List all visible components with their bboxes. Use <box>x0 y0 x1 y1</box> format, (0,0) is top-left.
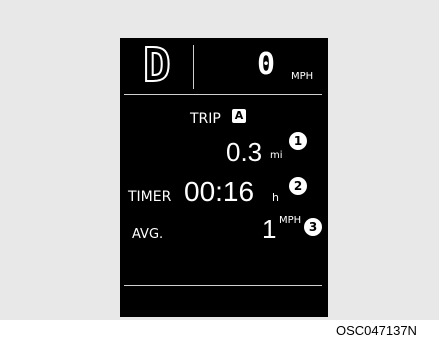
trip-label: TRIP <box>190 111 221 127</box>
display-divider-bottom <box>124 285 322 286</box>
avg-speed-unit: MPH <box>279 215 302 226</box>
callout-marker-3: 3 <box>304 218 322 236</box>
speed-unit: MPH <box>291 71 314 82</box>
timer-unit: h <box>272 191 279 204</box>
trip-a-badge: A <box>232 109 246 123</box>
timer-value: 00:16 <box>184 176 255 207</box>
trip-distance-unit: mi <box>270 150 283 161</box>
speed-value: 0 <box>257 47 276 82</box>
timer-label: TIMER <box>128 189 172 205</box>
figure-code: OSC047137N <box>336 323 417 338</box>
callout-marker-2: 2 <box>289 177 307 195</box>
trip-distance-value: 0.3 <box>226 137 263 167</box>
callout-marker-1: 1 <box>289 132 307 150</box>
gear-indicator: D <box>142 38 172 92</box>
display-divider-vertical <box>193 45 194 89</box>
display-divider-top <box>124 94 322 95</box>
avg-label: AVG. <box>132 227 164 242</box>
avg-speed-value: 1 <box>262 214 277 244</box>
